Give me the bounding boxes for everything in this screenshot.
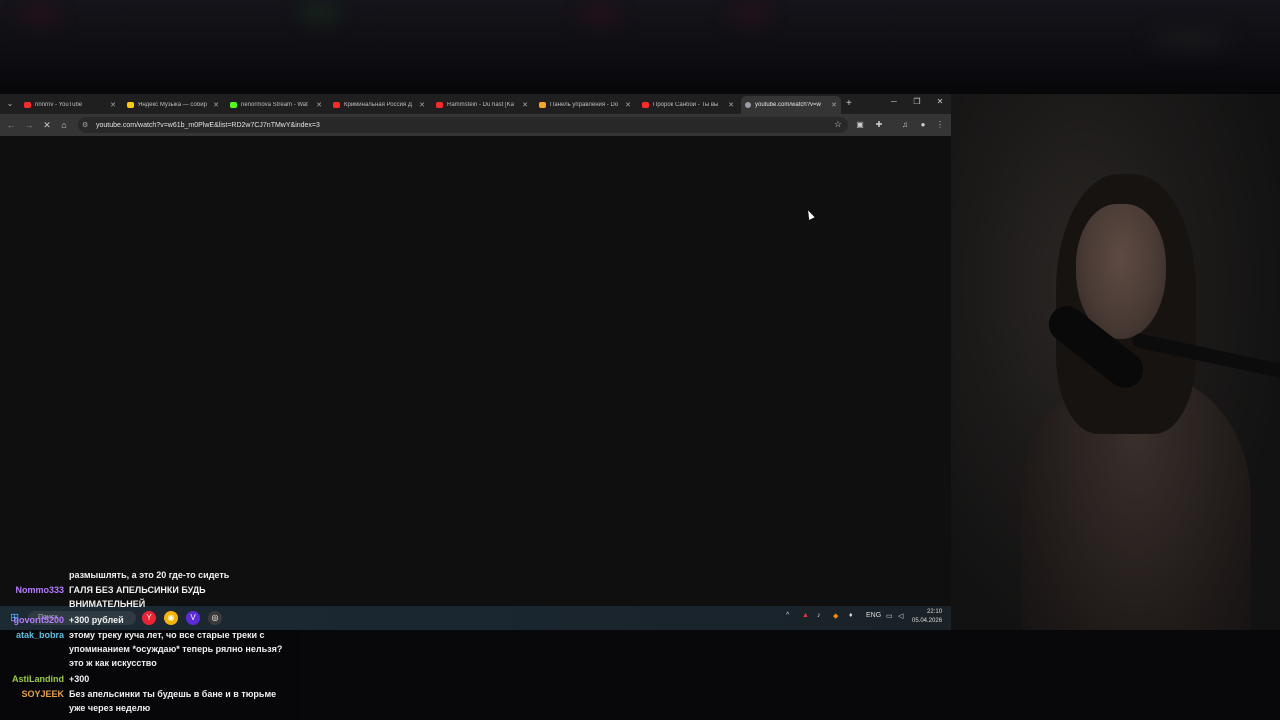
chat-username: govorit5200 xyxy=(13,615,64,625)
home-icon[interactable]: ⌂ xyxy=(57,118,71,132)
clock-time: 22:10 xyxy=(927,609,943,615)
close-icon[interactable]: ✕ xyxy=(728,101,734,109)
tab-4[interactable]: Rammstein - Du hast [Ka ✕ xyxy=(432,96,532,114)
browser-window: ⌄ nnnrnv - YouTube ✕ Яндекс Музыка — соб… xyxy=(0,94,951,606)
tab-title: Пророк Санбой - Ты вы xyxy=(653,102,719,108)
yandex-music-icon xyxy=(127,102,134,108)
clock-date: 05.04.2026 xyxy=(912,618,943,624)
stream-bottom-blur xyxy=(300,630,1280,720)
chat-username: SOYJEEK xyxy=(21,689,64,699)
volume-icon[interactable]: ◁ xyxy=(898,612,903,620)
chat-text: размышлять, а это 20 где-то сидеть xyxy=(69,570,230,580)
chat-username: atak_bobra xyxy=(15,630,64,640)
tab-title: Rammstein - Du hast [Ka xyxy=(447,102,515,108)
app-tray-icon[interactable]: ◆ xyxy=(833,612,838,620)
close-icon[interactable]: ✕ xyxy=(625,101,631,109)
tray-overflow-icon[interactable]: ^ xyxy=(786,612,789,619)
loading-globe-icon xyxy=(745,102,751,108)
bookmark-star-icon[interactable]: ☆ xyxy=(834,119,842,130)
chat-username: Nommo333 xyxy=(15,585,64,595)
tab-2[interactable]: nenormova Stream - Wat ✕ xyxy=(226,96,326,114)
tab-title: nnnrnv - YouTube xyxy=(35,102,83,108)
tab-0[interactable]: nnnrnv - YouTube ✕ xyxy=(20,96,120,114)
antivirus-icon[interactable]: ▲ xyxy=(802,612,809,619)
close-icon[interactable]: ✕ xyxy=(419,101,425,109)
youtube-icon xyxy=(642,102,649,108)
mouse-cursor-icon xyxy=(805,209,815,220)
chat-text: ГАЛЯ БЕЗ АПЕЛЬСИНКИ БУДЬ ВНИМАТЕЛЬНЕЙ xyxy=(69,585,206,609)
close-icon[interactable]: ✕ xyxy=(316,101,322,109)
taskbar-clock[interactable]: 22:10 05.04.2026 xyxy=(912,608,942,626)
browser-toolbar: ← → ✕ ⌂ ⚙ youtube.com/watch?v=w61b_m0Plw… xyxy=(0,114,951,136)
chat-text: Без апельсинки ты будешь в бане и в тюрь… xyxy=(69,689,277,713)
tab-3[interactable]: Криминальная Россия Д ✕ xyxy=(329,96,429,114)
page-content[interactable] xyxy=(0,136,951,606)
youtube-icon xyxy=(436,102,443,108)
donationalerts-icon xyxy=(539,102,546,108)
address-bar[interactable]: ⚙ youtube.com/watch?v=w61b_m0PlwE&list=R… xyxy=(78,117,848,133)
youtube-icon xyxy=(333,102,340,108)
stop-loading-icon[interactable]: ✕ xyxy=(40,118,54,132)
menu-kebab-icon[interactable]: ⋮ xyxy=(934,119,946,131)
chat-text: +300 xyxy=(69,674,90,684)
close-icon[interactable]: ✕ xyxy=(110,101,116,109)
tab-title: youtube.com/watch?v=w xyxy=(755,102,821,108)
media-controls-icon[interactable]: ♫ xyxy=(899,119,911,131)
new-tab-icon[interactable]: + xyxy=(846,98,852,109)
close-icon[interactable]: ✕ xyxy=(213,101,219,109)
extension-icon[interactable]: ▣ xyxy=(854,119,866,131)
close-icon[interactable]: ✕ xyxy=(522,101,528,109)
tab-title: Панель управления - Do xyxy=(550,102,619,108)
restore-icon[interactable]: ❐ xyxy=(911,97,923,106)
kick-icon xyxy=(230,102,237,108)
url-text[interactable]: youtube.com/watch?v=w61b_m0PlwE&list=RD2… xyxy=(96,122,320,129)
close-window-icon[interactable]: ✕ xyxy=(934,97,946,106)
tab-title: Криминальная Россия Д xyxy=(344,102,412,108)
tab-6[interactable]: Пророк Санбой - Ты вы ✕ xyxy=(638,96,738,114)
mic-tray-icon[interactable]: ♦ xyxy=(849,612,853,619)
webcam-feed xyxy=(951,94,1280,630)
tab-title: nenormova Stream - Wat xyxy=(241,102,308,108)
stream-top-blur xyxy=(0,0,1280,94)
tab-5[interactable]: Панель управления - Do ✕ xyxy=(535,96,635,114)
back-icon[interactable]: ← xyxy=(4,118,18,132)
audio-icon[interactable]: ♪ xyxy=(817,612,821,619)
tab-bar: ⌄ nnnrnv - YouTube ✕ Яндекс Музыка — соб… xyxy=(0,94,951,114)
minimize-icon[interactable]: ─ xyxy=(888,97,900,106)
youtube-icon xyxy=(24,102,31,108)
extensions-puzzle-icon[interactable]: ✚ xyxy=(873,119,885,131)
profile-avatar-icon[interactable]: ● xyxy=(917,119,929,131)
tab-title: Яндекс Музыка — собир xyxy=(138,102,207,108)
close-icon[interactable]: ✕ xyxy=(831,101,837,109)
tab-search-icon[interactable]: ⌄ xyxy=(3,97,17,111)
language-indicator[interactable]: ENG xyxy=(866,612,881,619)
site-info-icon[interactable]: ⚙ xyxy=(82,121,92,129)
forward-icon[interactable]: → xyxy=(22,118,36,132)
chat-username: AstiLandind xyxy=(12,674,64,684)
tab-7-active[interactable]: youtube.com/watch?v=w ✕ xyxy=(741,96,841,114)
chat-text: +300 рублей xyxy=(69,615,124,625)
tab-1[interactable]: Яндекс Музыка — собир ✕ xyxy=(123,96,223,114)
network-icon[interactable]: ▭ xyxy=(886,612,893,620)
chat-text: этому треку куча лет, чо все старые трек… xyxy=(69,630,283,668)
